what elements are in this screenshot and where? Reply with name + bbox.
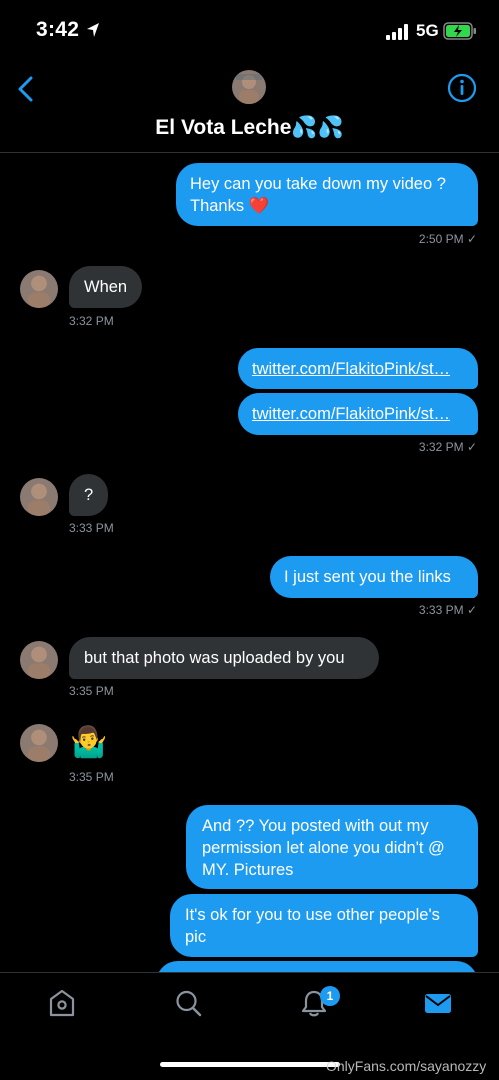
back-chevron-icon[interactable] [14,74,38,104]
watermark-text: OnlyFans.com/sayanozzy [326,1058,487,1074]
message-bubble-incoming[interactable]: When [69,266,143,308]
header-divider [0,152,499,153]
message-timestamp: 3:33 PM ✓ [418,603,477,617]
message-bubble-outgoing[interactable]: It's ok for you to use other people's pi… [170,894,478,957]
network-label: 5G [416,21,439,40]
message-timestamp: 2:50 PM ✓ [418,232,477,246]
message-bubble-outgoing[interactable]: I just sent you the links [270,556,478,598]
status-time: 3:42 [36,18,80,41]
sender-avatar[interactable] [20,270,58,308]
signal-icon [386,24,408,40]
message-bubble-incoming[interactable]: ? [69,474,108,516]
message-bubble-incoming[interactable]: but that photo was uploaded by you [69,637,379,679]
mail-icon[interactable] [424,988,452,1018]
tweet-link[interactable]: twitter.com/FlakitoPink/st… [252,360,450,378]
message-timestamp: 3:35 PM [69,684,114,698]
message-timestamp: 3:33 PM [69,521,114,535]
sender-avatar[interactable] [20,641,58,679]
shrug-emoji-message[interactable]: 🤷‍♂️ [70,726,107,760]
tweet-link[interactable]: twitter.com/FlakitoPink/st… [252,405,450,423]
message-timestamp: 3:32 PM ✓ [418,440,477,454]
home-indicator[interactable] [160,1062,340,1067]
location-arrow-icon [87,23,99,37]
link-bubble[interactable]: twitter.com/FlakitoPink/st… [238,393,478,435]
message-timestamp: 3:35 PM [69,770,114,784]
message-timestamp: 3:32 PM [69,314,114,328]
contact-avatar[interactable] [232,70,266,104]
contact-name[interactable]: El Vota Leche💦💦 [0,116,499,140]
link-bubble[interactable]: twitter.com/FlakitoPink/st… [238,348,478,389]
message-bubble-outgoing[interactable]: And ?? You posted with out my permission… [186,805,478,889]
search-icon[interactable] [174,988,202,1018]
info-icon[interactable] [446,72,478,104]
nav-divider [0,972,499,973]
sender-avatar[interactable] [20,478,58,516]
home-icon[interactable] [48,988,76,1018]
battery-charging-icon [443,22,476,40]
sender-avatar[interactable] [20,724,58,762]
avatar-photo [232,70,266,104]
notification-badge: 1 [320,986,340,1006]
message-bubble-outgoing[interactable]: Hey can you take down my video ? Thanks … [176,163,478,226]
